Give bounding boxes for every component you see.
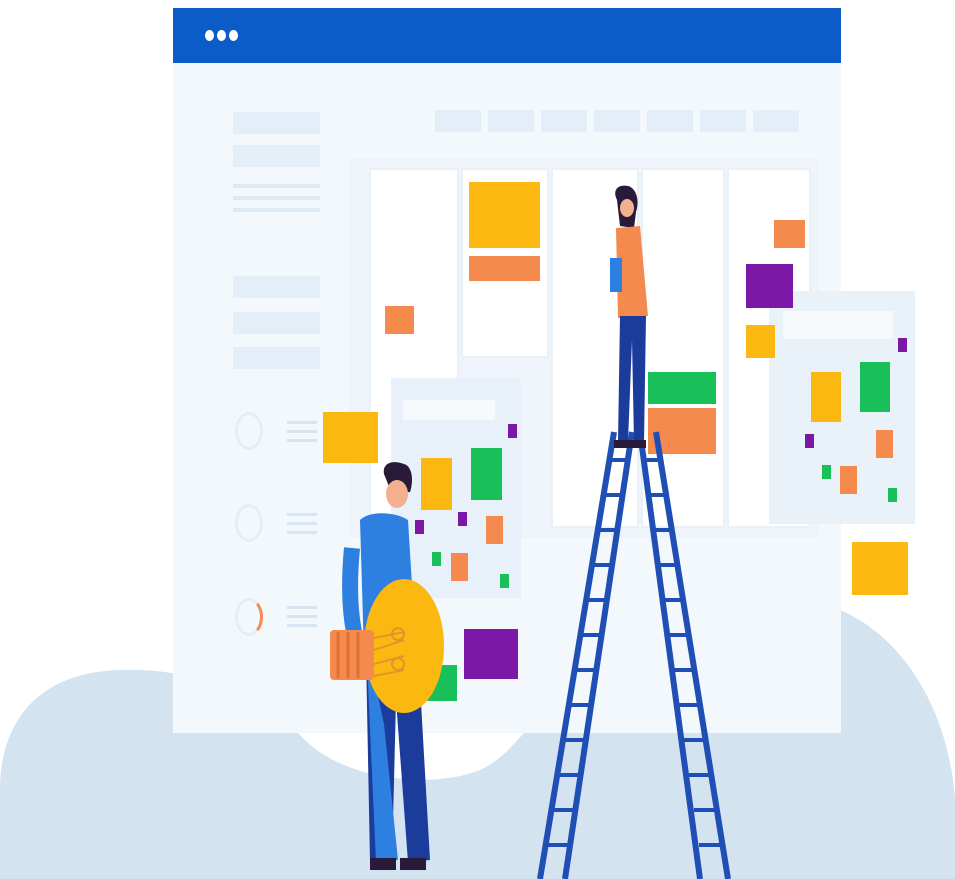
ladder-icon <box>537 431 731 879</box>
illustration <box>330 185 731 879</box>
woman-on-ladder <box>610 185 648 448</box>
